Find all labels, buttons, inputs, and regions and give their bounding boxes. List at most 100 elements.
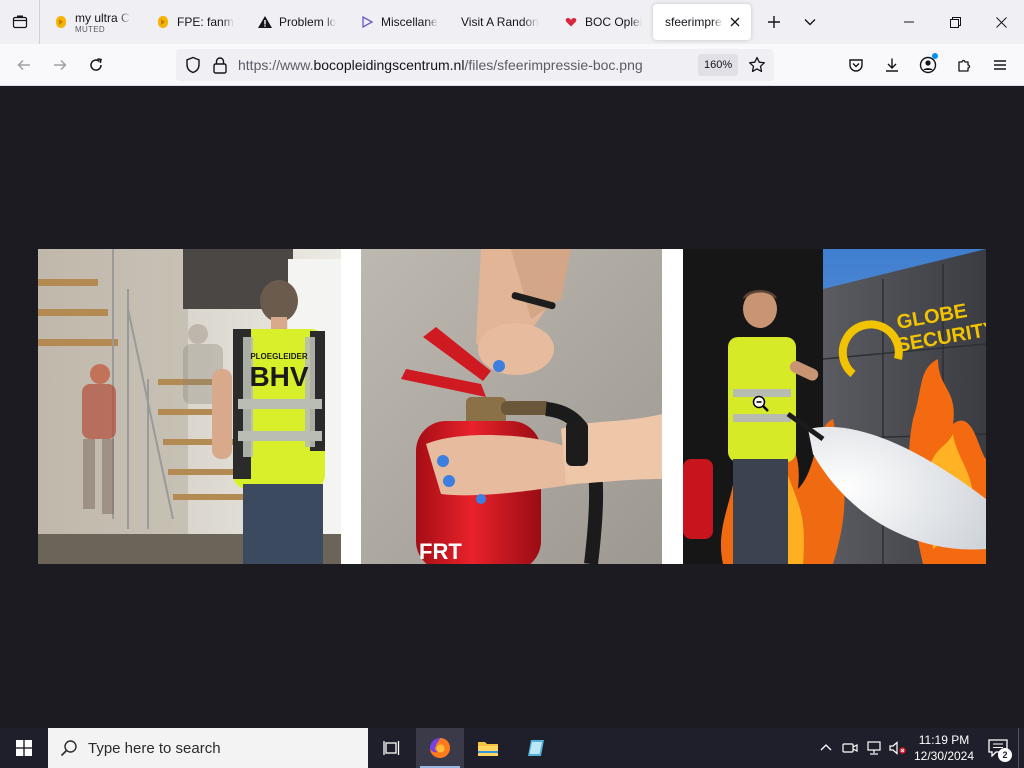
image-panel-extinguisher: FRT bbox=[361, 249, 662, 564]
clock-date: 12/30/2024 bbox=[913, 749, 975, 763]
show-hidden-icons-button[interactable] bbox=[814, 728, 838, 768]
volume-muted-icon bbox=[889, 741, 906, 755]
windows-logo-icon bbox=[16, 740, 32, 756]
minimize-icon bbox=[904, 21, 914, 23]
taskbar-clock[interactable]: 11:19 PM 12/30/2024 bbox=[910, 732, 978, 764]
tab-title: my ultra C bbox=[75, 10, 130, 25]
taskbar-search-box[interactable]: Type here to search bbox=[48, 728, 368, 768]
displayed-image[interactable]: PLOEGLEIDER BHV FRT GLOBE SECURITY bbox=[38, 249, 986, 564]
forward-button[interactable] bbox=[42, 49, 78, 81]
download-icon bbox=[886, 58, 898, 72]
vest-bhv-text: BHV bbox=[249, 361, 308, 392]
tab-miscellane[interactable]: Miscellane bbox=[347, 4, 447, 40]
tab-muted-label: MUTED bbox=[75, 24, 105, 34]
new-tab-button[interactable] bbox=[756, 4, 792, 40]
speaker-badge-icon bbox=[155, 14, 171, 30]
restore-button[interactable] bbox=[932, 0, 978, 44]
start-button[interactable] bbox=[0, 728, 48, 768]
chevron-down-icon bbox=[804, 19, 816, 26]
tab-title: sfeerimpress bbox=[665, 15, 723, 29]
hamburger-menu-icon bbox=[994, 60, 1006, 70]
tab-visit-a-random[interactable]: Visit A Randon bbox=[449, 4, 549, 40]
warning-icon bbox=[257, 14, 273, 30]
zoom-reset-button[interactable]: 160% bbox=[698, 54, 739, 76]
image-viewer: PLOEGLEIDER BHV FRT GLOBE SECURITY bbox=[0, 86, 1024, 728]
search-placeholder: Type here to search bbox=[88, 739, 221, 757]
tab-title: Miscellane bbox=[381, 15, 438, 29]
pocket-icon bbox=[849, 59, 863, 72]
reload-icon bbox=[90, 57, 102, 71]
taskbar-notepad-app[interactable] bbox=[512, 728, 560, 768]
tray-meet-now[interactable] bbox=[838, 728, 862, 768]
tab-title: Problem lo bbox=[279, 15, 337, 29]
restore-icon bbox=[949, 16, 961, 28]
image-panel-fire-training: GLOBE SECURITY bbox=[683, 249, 986, 564]
vest-top-text: PLOEGLEIDER bbox=[250, 352, 308, 361]
plus-icon bbox=[768, 16, 780, 28]
tab-fpe-fanm[interactable]: FPE: fanm bbox=[143, 4, 243, 40]
bhv-scene: PLOEGLEIDER BHV bbox=[38, 249, 341, 564]
tab-boc-oplei[interactable]: BOC Oplei bbox=[551, 4, 651, 40]
fire-training-scene: GLOBE SECURITY bbox=[683, 249, 986, 564]
folder-icon bbox=[478, 742, 498, 756]
tab-title: FPE: fanm bbox=[177, 15, 234, 29]
url-host: bocopleidingscentrum.nl bbox=[313, 57, 465, 73]
tray-network[interactable] bbox=[862, 728, 886, 768]
action-center-button[interactable]: 2 bbox=[978, 728, 1018, 768]
tab-my-ultra[interactable]: my ultra C MUTED bbox=[41, 4, 141, 40]
notepad-icon bbox=[528, 740, 544, 756]
account-button[interactable] bbox=[910, 49, 946, 81]
play-icon bbox=[359, 14, 375, 30]
arrow-left-icon bbox=[17, 59, 30, 70]
close-window-button[interactable] bbox=[978, 0, 1024, 44]
chevron-up-icon bbox=[820, 744, 832, 751]
arrow-right-icon bbox=[54, 59, 67, 70]
url-path: /files/sfeerimpressie-boc.png bbox=[464, 57, 643, 73]
image-panel-bhv: PLOEGLEIDER BHV bbox=[38, 249, 341, 564]
bookmark-star-icon[interactable] bbox=[748, 56, 766, 77]
reload-button[interactable] bbox=[78, 49, 114, 81]
show-desktop-button[interactable] bbox=[1018, 728, 1024, 768]
puzzle-icon bbox=[958, 59, 971, 72]
url-prefix: https://www. bbox=[238, 57, 314, 73]
tab-title: Visit A Randon bbox=[461, 15, 539, 29]
navigation-toolbar: https://www.bocopleidingscentrum.nl/file… bbox=[0, 44, 1024, 86]
firefox-icon bbox=[430, 738, 450, 758]
back-button[interactable] bbox=[6, 49, 42, 81]
taskbar-firefox[interactable] bbox=[416, 728, 464, 768]
close-icon bbox=[995, 16, 1007, 28]
extensions-button[interactable] bbox=[946, 49, 982, 81]
speaker-badge-icon bbox=[53, 14, 69, 30]
camera-icon bbox=[842, 743, 858, 753]
search-icon bbox=[60, 740, 77, 757]
tab-problem-lo[interactable]: Problem lo bbox=[245, 4, 345, 40]
heart-icon bbox=[563, 14, 579, 30]
downloads-button[interactable] bbox=[874, 49, 910, 81]
task-view-button[interactable] bbox=[368, 728, 416, 768]
extinguisher-label-text: FRT bbox=[419, 539, 462, 564]
list-all-tabs-button[interactable] bbox=[0, 0, 40, 44]
list-tabs-button[interactable] bbox=[792, 4, 828, 40]
tab-sfeerimpressie[interactable]: sfeerimpress bbox=[653, 4, 751, 40]
minimize-button[interactable] bbox=[886, 0, 932, 44]
tray-volume[interactable] bbox=[886, 728, 910, 768]
system-tray: 11:19 PM 12/30/2024 2 bbox=[814, 728, 1024, 768]
clock-time: 11:19 PM bbox=[918, 733, 970, 747]
zoom-out-cursor-icon bbox=[752, 395, 770, 413]
notification-count-badge: 2 bbox=[998, 748, 1012, 762]
extinguisher-scene: FRT bbox=[361, 249, 662, 564]
tab-list: my ultra C MUTED FPE: fanm Problem lo Mis… bbox=[40, 0, 752, 44]
tracking-protection-shield-icon[interactable] bbox=[184, 56, 202, 77]
taskbar-file-explorer[interactable] bbox=[464, 728, 512, 768]
url-text[interactable]: https://www.bocopleidingscentrum.nl/file… bbox=[238, 57, 643, 73]
windows-taskbar: Type here to search 11:19 PM 12/30/2024 bbox=[0, 728, 1024, 768]
lock-icon[interactable] bbox=[212, 56, 228, 77]
url-bar[interactable]: https://www.bocopleidingscentrum.nl/file… bbox=[176, 49, 774, 81]
pocket-button[interactable] bbox=[838, 49, 874, 81]
notification-dot bbox=[932, 53, 938, 59]
network-icon bbox=[867, 741, 881, 755]
app-menu-button[interactable] bbox=[982, 49, 1018, 81]
task-view-icon bbox=[383, 741, 400, 755]
close-tab-icon[interactable] bbox=[727, 14, 743, 30]
tab-title: BOC Oplei bbox=[585, 15, 643, 29]
